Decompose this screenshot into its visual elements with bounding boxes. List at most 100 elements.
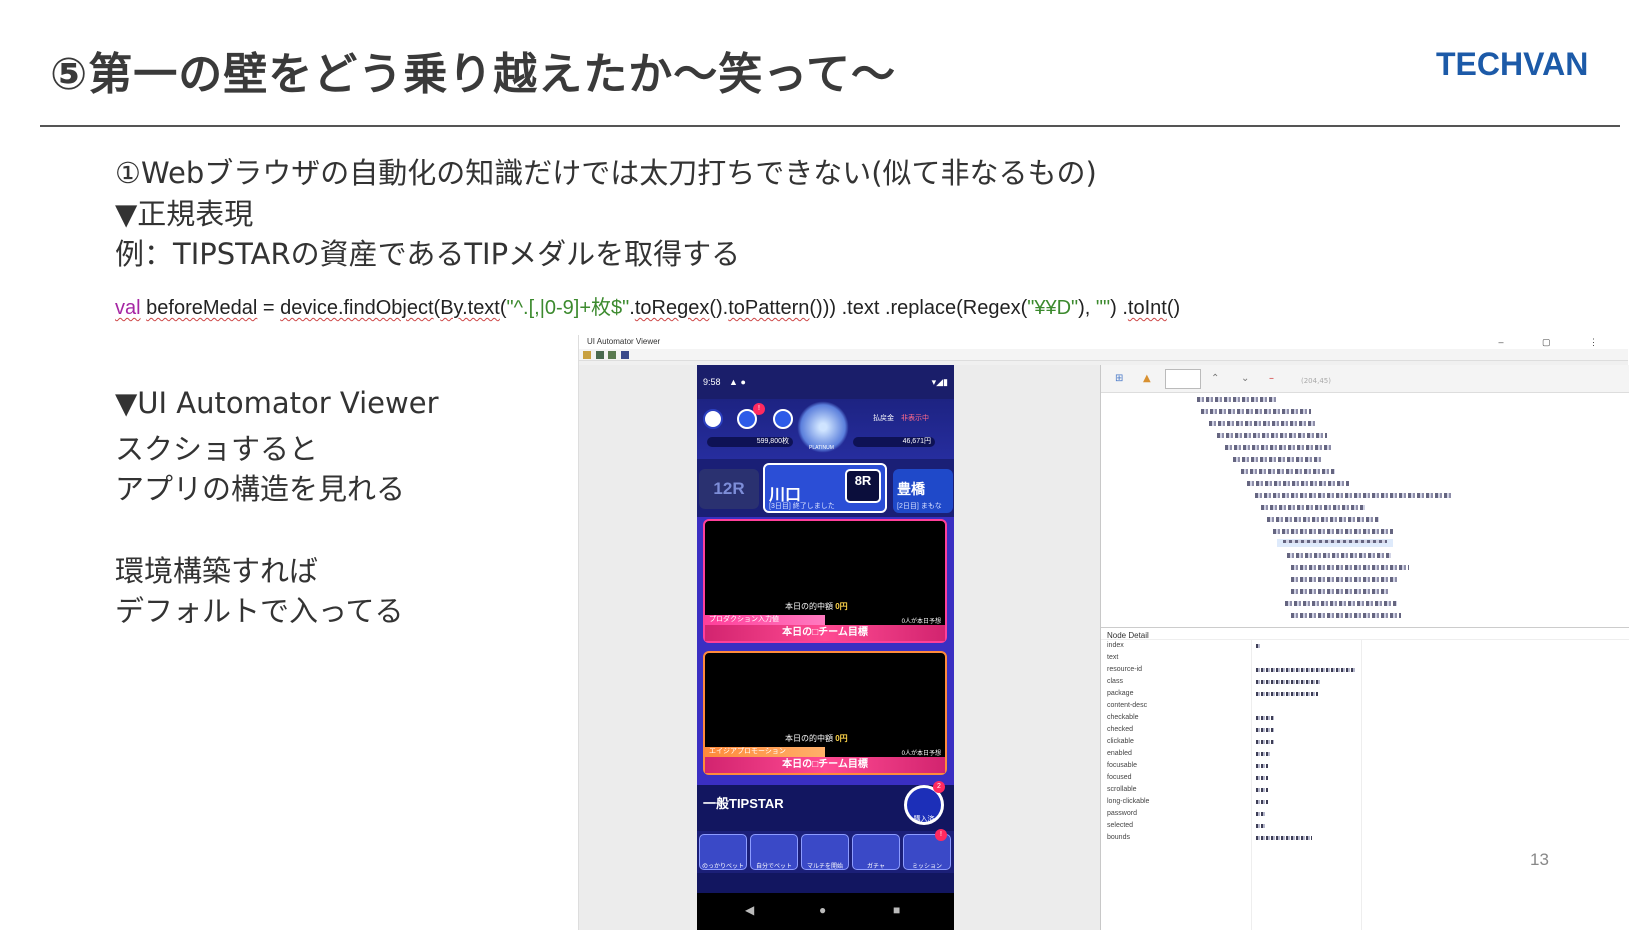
tree-node[interactable] xyxy=(1233,457,1323,462)
tree-node[interactable] xyxy=(1225,445,1331,450)
expand-all-icon[interactable]: ⊞ xyxy=(1115,373,1123,384)
node-detail-key: enabled xyxy=(1107,750,1132,757)
tab-kawaguchi[interactable]: 川口 [3日目] 終了しました 8R xyxy=(763,463,887,513)
tree-node[interactable] xyxy=(1291,565,1409,570)
tab-race-12r[interactable]: 12R xyxy=(699,469,759,509)
code-keyword: val xyxy=(115,297,141,319)
coin-balance: 599,800枚 xyxy=(707,437,793,447)
code-toint: toInt xyxy=(1127,297,1167,319)
node-detail-row[interactable]: checkable xyxy=(1101,712,1629,724)
node-detail-row[interactable]: package xyxy=(1101,688,1629,700)
back-icon[interactable]: ◀ xyxy=(745,903,754,917)
node-detail-row[interactable]: long-clickable xyxy=(1101,796,1629,808)
tree-node[interactable] xyxy=(1247,481,1349,486)
home-icon[interactable]: ● xyxy=(819,903,826,917)
nav-multi[interactable]: マルチを開始 xyxy=(801,834,849,870)
node-detail-panel: Node Detail index text resource-id class pac… xyxy=(1101,627,1629,930)
phone-header: ! PLATINUM 払戻金 非表示中 599,800枚 46,671円 xyxy=(697,399,954,459)
hit-label: 本日の的中額 0円 xyxy=(785,734,848,743)
tree-node-selected[interactable] xyxy=(1277,539,1393,547)
node-detail-key: text xyxy=(1107,654,1119,661)
code-topattern: toPattern xyxy=(728,297,810,319)
node-detail-row[interactable]: content-desc xyxy=(1101,700,1629,712)
node-detail-row[interactable]: clickable xyxy=(1101,736,1629,748)
code-var: beforeMedal xyxy=(146,297,258,319)
tree-node[interactable] xyxy=(1209,421,1315,426)
node-detail-value xyxy=(1256,788,1268,792)
screenshot-icon[interactable] xyxy=(595,350,604,359)
node-detail-row[interactable]: text xyxy=(1101,652,1629,664)
notification-badge: ! xyxy=(753,403,765,415)
node-detail-value xyxy=(1256,752,1270,756)
node-detail-row[interactable]: focused xyxy=(1101,772,1629,784)
node-detail-key: resource-id xyxy=(1107,666,1143,673)
node-detail-key: focused xyxy=(1107,774,1132,781)
add-friend-icon[interactable] xyxy=(773,409,793,429)
code-eq: = xyxy=(257,297,281,319)
tree-node[interactable] xyxy=(1291,613,1401,618)
tree-node[interactable] xyxy=(1287,553,1391,558)
race-select-button[interactable]: 8R xyxy=(845,469,881,503)
tree-node[interactable] xyxy=(1273,529,1393,534)
warning-icon[interactable]: ▲ xyxy=(1143,373,1151,384)
node-detail-row[interactable]: password xyxy=(1101,808,1629,820)
tree-node[interactable] xyxy=(1255,493,1453,498)
code-regex: "^.[,|0-9]+枚$" xyxy=(506,297,630,319)
team-card-1[interactable]: 本日の的中額 0円 プロダクション入力値 0人が本日予想 本日の□チーム目標 xyxy=(703,519,947,643)
tree-node[interactable] xyxy=(1201,409,1311,414)
predictor-count: 0人が本日予想 xyxy=(901,619,941,625)
body-line-2: ▼正規表現 xyxy=(115,197,254,231)
team-card-2[interactable]: 本日の的中額 0円 エイジアプロモーション 0人が本日予想 本日の□チーム目標 xyxy=(703,651,947,775)
device-screenshot[interactable]: 9:58 ▲ ● ▾◢▮ ! PLATINUM 払戻金 非表示中 599,800… xyxy=(697,365,954,930)
tab-toyohashi[interactable]: 豊橋 [2日目] まもな xyxy=(893,469,953,513)
remove-icon[interactable]: – xyxy=(1269,373,1274,384)
title-divider xyxy=(40,125,1620,127)
node-detail-key: focusable xyxy=(1107,762,1137,769)
compressed-screenshot-icon[interactable] xyxy=(608,350,617,359)
window-controls[interactable]: – ▢ ⋮ xyxy=(1498,335,1616,349)
node-detail-row[interactable]: focusable xyxy=(1101,760,1629,772)
filter-input[interactable] xyxy=(1165,369,1201,389)
node-detail-row[interactable]: enabled xyxy=(1101,748,1629,760)
tree-node[interactable] xyxy=(1241,469,1335,474)
phone-status-bar: 9:58 ▲ ● ▾◢▮ xyxy=(697,365,954,399)
nav-self-bet[interactable]: 自分でベット xyxy=(750,834,798,870)
balance-state[interactable]: 非表示中 xyxy=(901,413,929,423)
node-detail-row[interactable]: class xyxy=(1101,676,1629,688)
node-detail-row[interactable]: scrollable xyxy=(1101,784,1629,796)
uiautomator-viewer-window: UI Automator Viewer – ▢ ⋮ 9:58 ▲ ● ▾◢▮ !… xyxy=(578,335,1629,930)
save-icon[interactable] xyxy=(620,350,629,359)
node-detail-row[interactable]: checked xyxy=(1101,724,1629,736)
hierarchy-pane: ⊞ ▲ ⌃ ⌄ – (204,45) Node Detail index tex… xyxy=(1101,365,1629,930)
node-detail-row[interactable]: index xyxy=(1101,640,1629,652)
tree-node[interactable] xyxy=(1291,589,1389,594)
env-line-1: 環境構築すれば xyxy=(115,554,319,588)
node-detail-rows: index text resource-id class package content-… xyxy=(1101,640,1629,844)
nav-nokkari-bet[interactable]: のっかりベット xyxy=(699,834,747,870)
tipstar-label[interactable]: 一般TIPSTAR xyxy=(703,793,784,812)
techvan-logo: TECHVAN xyxy=(1436,46,1589,82)
chevron-up-icon[interactable]: ⌃ xyxy=(1211,373,1219,384)
tree-node[interactable] xyxy=(1267,517,1379,522)
open-icon[interactable] xyxy=(583,350,591,359)
screenshot-pane: 9:58 ▲ ● ▾◢▮ ! PLATINUM 払戻金 非表示中 599,800… xyxy=(579,365,1101,930)
node-tree[interactable] xyxy=(1101,393,1629,625)
tree-node[interactable] xyxy=(1291,577,1397,582)
node-detail-row[interactable]: bounds xyxy=(1101,832,1629,844)
code-rest2: ) . xyxy=(1110,297,1128,319)
tree-node[interactable] xyxy=(1285,601,1397,606)
avatar-icon[interactable] xyxy=(703,409,723,429)
tree-node[interactable] xyxy=(1261,505,1365,510)
status-icons: ▲ ● xyxy=(729,377,746,387)
node-detail-key: index xyxy=(1107,642,1124,649)
nav-gacha[interactable]: ガチャ xyxy=(852,834,900,870)
tree-node[interactable] xyxy=(1217,433,1327,438)
node-detail-key: selected xyxy=(1107,822,1134,829)
recents-icon[interactable]: ■ xyxy=(893,903,900,917)
node-detail-row[interactable]: selected xyxy=(1101,820,1629,832)
body-line-3: 例：TIPSTARの資産であるTIPメダルを取得する xyxy=(115,237,741,271)
node-detail-row[interactable]: resource-id xyxy=(1101,664,1629,676)
chevron-down-icon[interactable]: ⌄ xyxy=(1241,373,1249,384)
tree-node[interactable] xyxy=(1197,397,1277,402)
team-goal: 本日の□チーム目標 xyxy=(705,625,945,641)
